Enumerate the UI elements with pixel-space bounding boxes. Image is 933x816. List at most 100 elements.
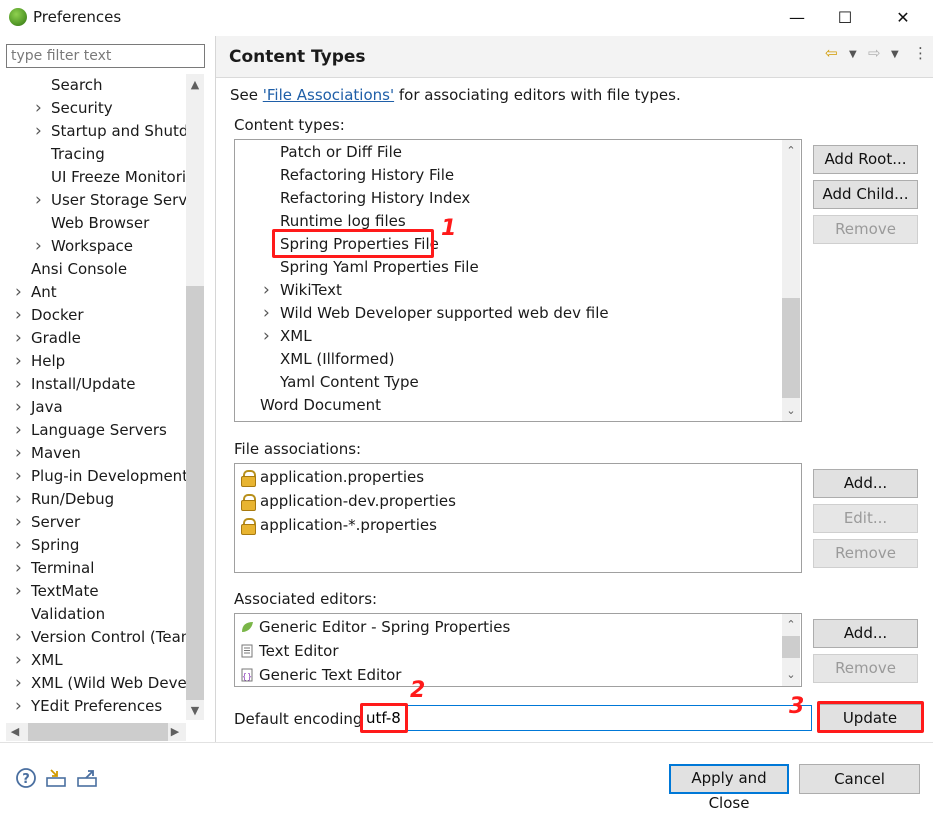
expand-chevron-icon[interactable]: › — [15, 350, 25, 373]
edit-file-association-button[interactable]: Edit... — [813, 504, 918, 533]
remove-content-type-button[interactable]: Remove — [813, 215, 918, 244]
tree-item[interactable]: Security — [51, 97, 113, 120]
content-type-item[interactable]: Patch or Diff File — [280, 141, 402, 164]
content-type-item[interactable]: Refactoring History File — [280, 164, 454, 187]
default-encoding-input[interactable] — [360, 705, 812, 731]
expand-chevron-icon[interactable]: › — [35, 120, 45, 143]
expand-chevron-icon[interactable]: › — [263, 325, 273, 348]
remove-editor-button[interactable]: Remove — [813, 654, 918, 683]
tree-item[interactable]: User Storage Service — [51, 189, 186, 212]
tree-item[interactable]: Spring — [31, 534, 79, 557]
add-editor-button[interactable]: Add... — [813, 619, 918, 648]
tree-item[interactable]: Web Browser — [51, 212, 149, 235]
tree-scroll-thumb[interactable] — [186, 286, 204, 700]
expand-chevron-icon[interactable]: › — [263, 279, 273, 302]
tree-item[interactable]: Validation — [31, 603, 105, 626]
tree-item[interactable]: Tracing — [51, 143, 105, 166]
tree-item[interactable]: XML (Wild Web Developer) — [31, 672, 186, 695]
tree-item[interactable]: Java — [31, 396, 63, 419]
content-type-item[interactable]: XML (Illformed) — [280, 348, 395, 371]
tree-item[interactable]: Server — [31, 511, 80, 534]
remove-file-association-button[interactable]: Remove — [813, 539, 918, 568]
expand-chevron-icon[interactable]: › — [15, 396, 25, 419]
scroll-down-arrow-icon[interactable]: ⌄ — [782, 666, 800, 684]
scroll-up-arrow-icon[interactable]: ⌃ — [782, 142, 800, 160]
expand-chevron-icon[interactable]: › — [15, 327, 25, 350]
tree-item[interactable]: Gradle — [31, 327, 81, 350]
scroll-down-arrow-icon[interactable]: ⌄ — [782, 402, 800, 420]
scroll-down-arrow-icon[interactable]: ▼ — [186, 702, 204, 720]
file-associations-link[interactable]: 'File Associations' — [263, 86, 394, 104]
scroll-up-arrow-icon[interactable]: ⌃ — [782, 616, 800, 634]
tree-item[interactable]: Ansi Console — [31, 258, 127, 281]
expand-chevron-icon[interactable]: › — [35, 97, 45, 120]
tree-item[interactable]: Help — [31, 350, 65, 373]
expand-chevron-icon[interactable]: › — [35, 189, 45, 212]
forward-arrow-icon[interactable]: ⇨ — [868, 44, 881, 62]
expand-chevron-icon[interactable]: › — [15, 373, 25, 396]
expand-chevron-icon[interactable]: › — [15, 626, 25, 649]
tree-item[interactable]: Terminal — [31, 557, 94, 580]
tree-item[interactable]: Maven — [31, 442, 81, 465]
add-file-association-button[interactable]: Add... — [813, 469, 918, 498]
editor-item[interactable]: Text Editor — [240, 640, 339, 663]
tree-item[interactable]: TextMate — [31, 580, 99, 603]
tree-item[interactable]: Version Control (Team) — [31, 626, 186, 649]
tree-item[interactable]: Install/Update — [31, 373, 136, 396]
tree-item[interactable]: Plug-in Development — [31, 465, 186, 488]
scroll-right-arrow-icon[interactable]: ▶ — [166, 723, 184, 741]
tree-item[interactable]: XML — [31, 649, 63, 672]
file-associations-list[interactable]: application.properties application-dev.pr… — [234, 463, 802, 573]
expand-chevron-icon[interactable]: › — [15, 465, 25, 488]
expand-chevron-icon[interactable]: › — [15, 672, 25, 695]
pane-divider[interactable] — [215, 36, 216, 742]
tree-item[interactable]: Workspace — [51, 235, 133, 258]
content-types-tree[interactable]: Patch or Diff File Refactoring History Fi… — [234, 139, 802, 422]
apply-and-close-button[interactable]: Apply and Close — [669, 764, 789, 812]
tree-item[interactable]: YEdit Preferences — [31, 695, 162, 718]
expand-chevron-icon[interactable]: › — [15, 695, 25, 718]
content-type-item[interactable]: Refactoring History Index — [280, 187, 470, 210]
content-type-item[interactable]: XML — [280, 325, 312, 348]
filter-input[interactable] — [6, 44, 205, 68]
file-association-item[interactable]: application-dev.properties — [241, 490, 456, 513]
expand-chevron-icon[interactable]: › — [15, 534, 25, 557]
help-icon[interactable]: ? — [15, 767, 37, 789]
tree-item[interactable]: Startup and Shutdown — [51, 120, 186, 143]
associated-editors-list[interactable]: Generic Editor - Spring Properties Text E… — [234, 613, 802, 687]
forward-menu-chevron-icon[interactable]: ▼ — [891, 49, 899, 60]
import-icon[interactable] — [45, 767, 67, 789]
expand-chevron-icon[interactable]: › — [263, 302, 273, 325]
tree-item[interactable]: Language Servers — [31, 419, 167, 442]
add-child-button[interactable]: Add Child... — [813, 180, 918, 209]
scroll-left-arrow-icon[interactable]: ◀ — [6, 723, 24, 741]
expand-chevron-icon[interactable]: › — [15, 557, 25, 580]
content-type-item[interactable]: WikiText — [280, 279, 342, 302]
back-menu-chevron-icon[interactable]: ▼ — [849, 49, 857, 60]
minimize-button[interactable]: — — [774, 0, 820, 34]
expand-chevron-icon[interactable]: › — [15, 304, 25, 327]
expand-chevron-icon[interactable]: › — [15, 580, 25, 603]
scroll-up-arrow-icon[interactable]: ▲ — [186, 76, 204, 94]
back-arrow-icon[interactable]: ⇦ — [825, 44, 838, 62]
content-type-item[interactable]: Word Document — [260, 394, 381, 417]
content-type-item[interactable]: Wild Web Developer supported web dev fil… — [280, 302, 609, 325]
expand-chevron-icon[interactable]: › — [15, 511, 25, 534]
maximize-button[interactable]: ☐ — [822, 0, 868, 34]
tree-item[interactable]: Search — [51, 74, 103, 97]
expand-chevron-icon[interactable]: › — [15, 649, 25, 672]
export-icon[interactable] — [76, 767, 98, 789]
file-association-item[interactable]: application.properties — [241, 466, 424, 489]
tree-item[interactable]: Docker — [31, 304, 84, 327]
content-type-item[interactable]: Yaml Content Type — [280, 371, 419, 394]
tree-item[interactable]: Run/Debug — [31, 488, 114, 511]
editor-item[interactable]: Generic Editor - Spring Properties — [240, 616, 510, 639]
tree-hscroll-thumb[interactable] — [28, 723, 168, 741]
expand-chevron-icon[interactable]: › — [15, 488, 25, 511]
editors-scroll-thumb[interactable] — [782, 636, 800, 658]
expand-chevron-icon[interactable]: › — [15, 281, 25, 304]
tree-item[interactable]: UI Freeze Monitoring — [51, 166, 186, 189]
close-button[interactable]: ✕ — [880, 0, 926, 34]
expand-chevron-icon[interactable]: › — [15, 442, 25, 465]
tree-item[interactable]: Ant — [31, 281, 57, 304]
